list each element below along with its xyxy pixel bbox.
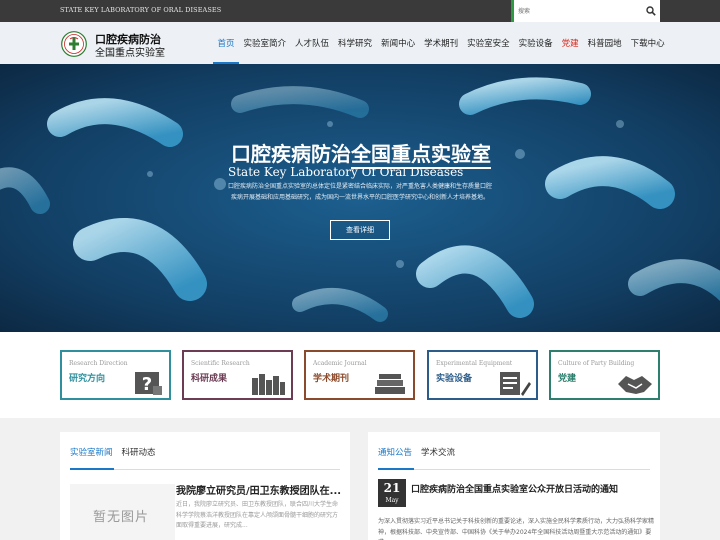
news-headline[interactable]: 我院廖立研究员/田卫东教授团队在...: [176, 482, 341, 497]
card-chinese-label: 研究方向: [69, 374, 106, 384]
notice-summary: 为深入贯彻落实习近平总书记关于科技创新的重要论述，深入实施全民科学素质行动，大力…: [378, 518, 655, 540]
lab-english-name: STATE KEY LABORATORY OF ORAL DISEASES: [60, 6, 222, 14]
nav-about[interactable]: 实验室简介: [239, 22, 291, 64]
lab-logo-icon[interactable]: [61, 31, 87, 57]
svg-text:?: ?: [142, 374, 152, 395]
card-chinese-label: 科研成果: [191, 374, 228, 384]
notice-panel: 通知公告 学术交流 21 May 口腔疾病防治全国重点实验室公众开放日活动的通知…: [368, 432, 660, 540]
question-board-icon: ?: [135, 372, 162, 395]
tab-lab-news[interactable]: 实验室新闻: [70, 446, 113, 468]
lab-news-panel: 实验室新闻 科研动态 暂无图片 我院廖立研究员/田卫东教授团队在... 近日，我…: [60, 432, 350, 540]
nav-equipment[interactable]: 实验设备: [514, 22, 557, 64]
card-chinese-label: 党建: [558, 374, 577, 384]
handshake-icon: [618, 376, 652, 394]
notice-day: 21: [383, 481, 401, 495]
card-english-label: Scientific Research: [191, 360, 250, 367]
logo-subtitle: 全国重点实验室: [95, 48, 165, 59]
news-tabs: 实验室新闻 科研动态: [70, 446, 165, 468]
hero-title: 口腔疾病防治全国重点实验室: [231, 142, 491, 166]
nav-science[interactable]: 科普园地: [583, 22, 626, 64]
card-academic-journal[interactable]: Academic Journal 学术期刊: [304, 350, 415, 400]
no-image-text: 暂无图片: [93, 510, 150, 525]
active-tab-underline: [378, 468, 414, 470]
search-box[interactable]: [511, 0, 660, 22]
search-icon[interactable]: [646, 6, 656, 16]
card-english-label: Academic Journal: [313, 360, 367, 367]
tab-research-updates[interactable]: 科研动态: [122, 446, 156, 468]
document-pen-icon: [500, 372, 531, 396]
book-stack-icon: [375, 374, 405, 394]
nav-research[interactable]: 科学研究: [334, 22, 377, 64]
card-chinese-label: 学术期刊: [313, 374, 350, 384]
top-bar: STATE KEY LABORATORY OF ORAL DISEASES: [0, 0, 720, 22]
card-english-label: Experimental Equipment: [436, 360, 513, 367]
nav-party[interactable]: 党建: [557, 22, 583, 64]
card-experimental-equipment[interactable]: Experimental Equipment 实验设备: [427, 350, 538, 400]
nav-talent[interactable]: 人才队伍: [291, 22, 334, 64]
nav-journal[interactable]: 学术期刊: [420, 22, 463, 64]
search-input[interactable]: [518, 3, 638, 19]
card-research-direction[interactable]: Research Direction 研究方向 ?: [60, 350, 171, 400]
notice-month: May: [385, 497, 399, 504]
tab-academic-exchange[interactable]: 学术交流: [421, 446, 455, 468]
card-chinese-label: 实验设备: [436, 374, 473, 384]
notice-tabs: 通知公告 学术交流: [378, 446, 464, 468]
card-english-label: Culture of Party Building: [558, 360, 635, 367]
nav-home[interactable]: 首页: [213, 22, 240, 65]
nav-download[interactable]: 下载中心: [626, 22, 669, 64]
books-icon: [252, 374, 285, 395]
notice-headline[interactable]: 口腔疾病防治全国重点实验室公众开放日活动的通知: [411, 482, 618, 495]
card-scientific-research[interactable]: Scientific Research 科研成果: [182, 350, 293, 400]
nav-safety[interactable]: 实验室安全: [463, 22, 515, 64]
hero-banner: 口腔疾病防治全国重点实验室 State Key Laboratory Of Or…: [0, 64, 720, 332]
notice-date-badge: 21 May: [378, 479, 406, 507]
hero-subtitle: State Key Laboratory Of Oral Diseases: [228, 165, 464, 179]
news-summary: 近日，我院廖立研究员、田卫东教授团队，联合四川大学生命科学学院蔡浩洋教授团队在靠…: [176, 501, 339, 529]
nav-news[interactable]: 新闻中心: [377, 22, 420, 64]
tab-notices[interactable]: 通知公告: [378, 446, 412, 468]
tab-divider: [378, 469, 650, 470]
active-tab-underline: [70, 468, 114, 470]
card-party-building[interactable]: Culture of Party Building 党建: [549, 350, 660, 400]
card-english-label: Research Direction: [69, 360, 128, 367]
quick-link-cards: Research Direction 研究方向 ? Scientific Res…: [0, 332, 720, 418]
news-thumbnail[interactable]: 暂无图片: [70, 484, 175, 540]
main-nav: 首页 实验室简介 人才队伍 科学研究 新闻中心 学术期刊 实验室安全 实验设备 …: [213, 22, 669, 65]
site-header: 口腔疾病防治 全国重点实验室 首页 实验室简介 人才队伍 科学研究 新闻中心 学…: [0, 22, 720, 65]
hero-description: 口腔疾病防治全国重点实验室的总体定位是紧密结合临床实际，对严重危害人类健康和生存…: [227, 183, 492, 201]
view-details-button[interactable]: 查看详细: [330, 220, 390, 240]
